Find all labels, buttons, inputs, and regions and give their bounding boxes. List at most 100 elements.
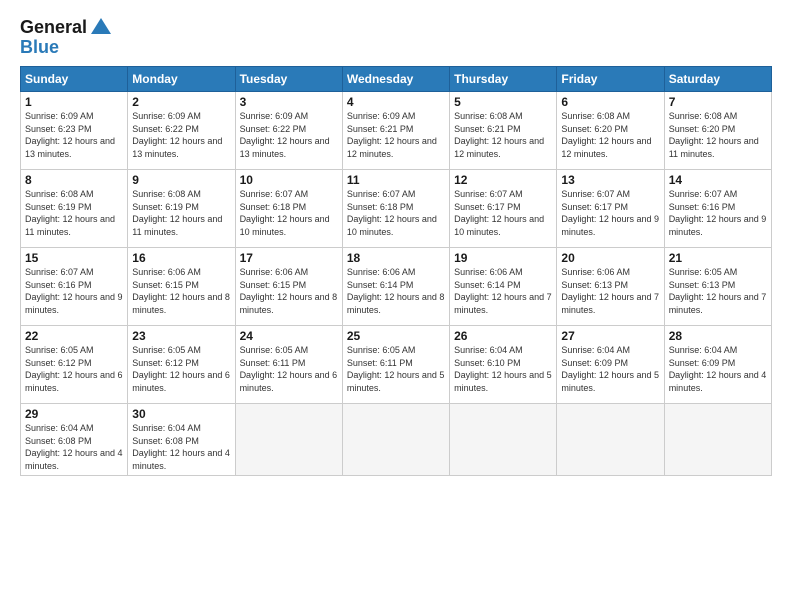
day-number: 27 [561, 329, 659, 343]
calendar-cell [235, 404, 342, 476]
calendar-cell: 25Sunrise: 6:05 AM Sunset: 6:11 PM Dayli… [342, 326, 449, 404]
calendar-cell: 8Sunrise: 6:08 AM Sunset: 6:19 PM Daylig… [21, 170, 128, 248]
calendar-header-monday: Monday [128, 67, 235, 92]
calendar-cell: 12Sunrise: 6:07 AM Sunset: 6:17 PM Dayli… [450, 170, 557, 248]
day-info: Sunrise: 6:04 AM Sunset: 6:08 PM Dayligh… [25, 422, 123, 472]
calendar-cell: 22Sunrise: 6:05 AM Sunset: 6:12 PM Dayli… [21, 326, 128, 404]
day-info: Sunrise: 6:09 AM Sunset: 6:21 PM Dayligh… [347, 110, 445, 160]
day-number: 3 [240, 95, 338, 109]
calendar-cell: 3Sunrise: 6:09 AM Sunset: 6:22 PM Daylig… [235, 92, 342, 170]
day-number: 2 [132, 95, 230, 109]
logo: General Blue [20, 16, 112, 58]
day-number: 30 [132, 407, 230, 421]
day-info: Sunrise: 6:06 AM Sunset: 6:15 PM Dayligh… [132, 266, 230, 316]
day-number: 25 [347, 329, 445, 343]
day-info: Sunrise: 6:05 AM Sunset: 6:11 PM Dayligh… [347, 344, 445, 394]
calendar-cell: 20Sunrise: 6:06 AM Sunset: 6:13 PM Dayli… [557, 248, 664, 326]
day-info: Sunrise: 6:06 AM Sunset: 6:13 PM Dayligh… [561, 266, 659, 316]
day-number: 1 [25, 95, 123, 109]
day-info: Sunrise: 6:07 AM Sunset: 6:17 PM Dayligh… [454, 188, 552, 238]
day-info: Sunrise: 6:07 AM Sunset: 6:18 PM Dayligh… [347, 188, 445, 238]
day-info: Sunrise: 6:07 AM Sunset: 6:16 PM Dayligh… [669, 188, 767, 238]
calendar-cell: 30Sunrise: 6:04 AM Sunset: 6:08 PM Dayli… [128, 404, 235, 476]
day-number: 26 [454, 329, 552, 343]
calendar-header-saturday: Saturday [664, 67, 771, 92]
day-number: 12 [454, 173, 552, 187]
calendar-cell: 27Sunrise: 6:04 AM Sunset: 6:09 PM Dayli… [557, 326, 664, 404]
calendar-header-tuesday: Tuesday [235, 67, 342, 92]
day-info: Sunrise: 6:06 AM Sunset: 6:15 PM Dayligh… [240, 266, 338, 316]
calendar-cell: 21Sunrise: 6:05 AM Sunset: 6:13 PM Dayli… [664, 248, 771, 326]
day-number: 16 [132, 251, 230, 265]
day-info: Sunrise: 6:06 AM Sunset: 6:14 PM Dayligh… [454, 266, 552, 316]
calendar-header-sunday: Sunday [21, 67, 128, 92]
calendar-cell: 16Sunrise: 6:06 AM Sunset: 6:15 PM Dayli… [128, 248, 235, 326]
calendar-row: 22Sunrise: 6:05 AM Sunset: 6:12 PM Dayli… [21, 326, 772, 404]
day-number: 17 [240, 251, 338, 265]
calendar-header-thursday: Thursday [450, 67, 557, 92]
calendar-cell: 17Sunrise: 6:06 AM Sunset: 6:15 PM Dayli… [235, 248, 342, 326]
calendar-cell: 5Sunrise: 6:08 AM Sunset: 6:21 PM Daylig… [450, 92, 557, 170]
calendar-header-row: SundayMondayTuesdayWednesdayThursdayFrid… [21, 67, 772, 92]
day-info: Sunrise: 6:05 AM Sunset: 6:11 PM Dayligh… [240, 344, 338, 394]
day-info: Sunrise: 6:05 AM Sunset: 6:13 PM Dayligh… [669, 266, 767, 316]
calendar-cell: 1Sunrise: 6:09 AM Sunset: 6:23 PM Daylig… [21, 92, 128, 170]
day-number: 6 [561, 95, 659, 109]
day-info: Sunrise: 6:06 AM Sunset: 6:14 PM Dayligh… [347, 266, 445, 316]
day-number: 19 [454, 251, 552, 265]
calendar-cell: 18Sunrise: 6:06 AM Sunset: 6:14 PM Dayli… [342, 248, 449, 326]
calendar-cell: 4Sunrise: 6:09 AM Sunset: 6:21 PM Daylig… [342, 92, 449, 170]
calendar-row: 15Sunrise: 6:07 AM Sunset: 6:16 PM Dayli… [21, 248, 772, 326]
day-info: Sunrise: 6:09 AM Sunset: 6:22 PM Dayligh… [240, 110, 338, 160]
logo-blue: Blue [20, 37, 112, 58]
day-number: 21 [669, 251, 767, 265]
calendar-row: 1Sunrise: 6:09 AM Sunset: 6:23 PM Daylig… [21, 92, 772, 170]
calendar-cell: 2Sunrise: 6:09 AM Sunset: 6:22 PM Daylig… [128, 92, 235, 170]
logo-icon [90, 16, 112, 38]
logo-block: General Blue [20, 16, 112, 58]
calendar-cell: 15Sunrise: 6:07 AM Sunset: 6:16 PM Dayli… [21, 248, 128, 326]
logo-general: General [20, 18, 87, 36]
calendar-cell [342, 404, 449, 476]
day-info: Sunrise: 6:08 AM Sunset: 6:20 PM Dayligh… [669, 110, 767, 160]
calendar-header-friday: Friday [557, 67, 664, 92]
day-number: 22 [25, 329, 123, 343]
day-number: 24 [240, 329, 338, 343]
calendar-cell: 10Sunrise: 6:07 AM Sunset: 6:18 PM Dayli… [235, 170, 342, 248]
day-number: 11 [347, 173, 445, 187]
day-info: Sunrise: 6:09 AM Sunset: 6:22 PM Dayligh… [132, 110, 230, 160]
calendar-cell: 6Sunrise: 6:08 AM Sunset: 6:20 PM Daylig… [557, 92, 664, 170]
day-number: 20 [561, 251, 659, 265]
day-number: 4 [347, 95, 445, 109]
day-info: Sunrise: 6:04 AM Sunset: 6:09 PM Dayligh… [669, 344, 767, 394]
day-number: 28 [669, 329, 767, 343]
day-number: 7 [669, 95, 767, 109]
calendar-cell: 29Sunrise: 6:04 AM Sunset: 6:08 PM Dayli… [21, 404, 128, 476]
calendar: SundayMondayTuesdayWednesdayThursdayFrid… [20, 66, 772, 476]
day-info: Sunrise: 6:05 AM Sunset: 6:12 PM Dayligh… [25, 344, 123, 394]
day-info: Sunrise: 6:08 AM Sunset: 6:21 PM Dayligh… [454, 110, 552, 160]
calendar-cell: 7Sunrise: 6:08 AM Sunset: 6:20 PM Daylig… [664, 92, 771, 170]
calendar-row: 8Sunrise: 6:08 AM Sunset: 6:19 PM Daylig… [21, 170, 772, 248]
calendar-cell: 28Sunrise: 6:04 AM Sunset: 6:09 PM Dayli… [664, 326, 771, 404]
calendar-cell: 13Sunrise: 6:07 AM Sunset: 6:17 PM Dayli… [557, 170, 664, 248]
day-number: 8 [25, 173, 123, 187]
day-number: 18 [347, 251, 445, 265]
day-info: Sunrise: 6:07 AM Sunset: 6:17 PM Dayligh… [561, 188, 659, 238]
day-number: 23 [132, 329, 230, 343]
day-number: 29 [25, 407, 123, 421]
day-info: Sunrise: 6:08 AM Sunset: 6:20 PM Dayligh… [561, 110, 659, 160]
day-info: Sunrise: 6:05 AM Sunset: 6:12 PM Dayligh… [132, 344, 230, 394]
day-number: 13 [561, 173, 659, 187]
header: General Blue [20, 16, 772, 58]
day-info: Sunrise: 6:04 AM Sunset: 6:10 PM Dayligh… [454, 344, 552, 394]
page: General Blue SundayMondayTuesdayWednesda… [0, 0, 792, 612]
day-number: 10 [240, 173, 338, 187]
day-info: Sunrise: 6:08 AM Sunset: 6:19 PM Dayligh… [25, 188, 123, 238]
calendar-row: 29Sunrise: 6:04 AM Sunset: 6:08 PM Dayli… [21, 404, 772, 476]
calendar-cell: 14Sunrise: 6:07 AM Sunset: 6:16 PM Dayli… [664, 170, 771, 248]
day-info: Sunrise: 6:07 AM Sunset: 6:18 PM Dayligh… [240, 188, 338, 238]
calendar-cell: 23Sunrise: 6:05 AM Sunset: 6:12 PM Dayli… [128, 326, 235, 404]
day-info: Sunrise: 6:04 AM Sunset: 6:09 PM Dayligh… [561, 344, 659, 394]
day-info: Sunrise: 6:07 AM Sunset: 6:16 PM Dayligh… [25, 266, 123, 316]
